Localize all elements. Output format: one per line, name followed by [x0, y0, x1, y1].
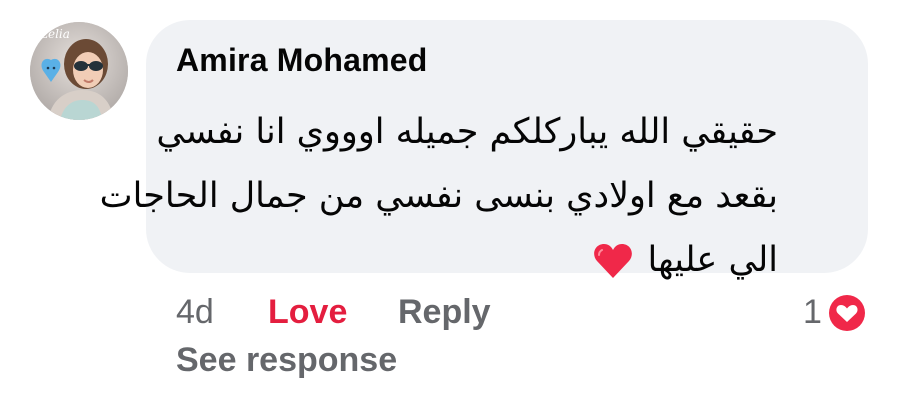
comment-text-line: الي عليها: [647, 240, 778, 280]
reply-button[interactable]: Reply: [398, 290, 491, 334]
red-heart-emoji-icon: [594, 244, 633, 278]
comment-text: حقيقي الله يباركلكم جميله اوووي انا نفسي…: [100, 100, 778, 292]
comment-text-line: حقيقي الله يباركلكم جميله اوووي انا نفسي: [156, 112, 778, 152]
comment: Lelia Amira Mohamed حقيقي الله يباركلكم …: [0, 0, 900, 411]
comment-text-line-last: الي عليها: [100, 228, 778, 292]
comment-author[interactable]: Amira Mohamed: [176, 42, 428, 79]
comment-text-line: بقعد مع اولادي بنسى نفسي من جمال الحاجات: [99, 176, 778, 216]
comment-timestamp[interactable]: 4d: [176, 290, 214, 334]
comment-bubble: Amira Mohamed حقيقي الله يباركلكم جميله …: [100, 20, 868, 280]
avatar-overlay-text: Lelia: [40, 27, 70, 41]
see-response-link[interactable]: See response: [176, 338, 397, 382]
reaction-count: 1: [803, 293, 822, 331]
heart-reaction-icon: [826, 292, 868, 334]
love-reaction-button[interactable]: Love: [268, 290, 347, 334]
